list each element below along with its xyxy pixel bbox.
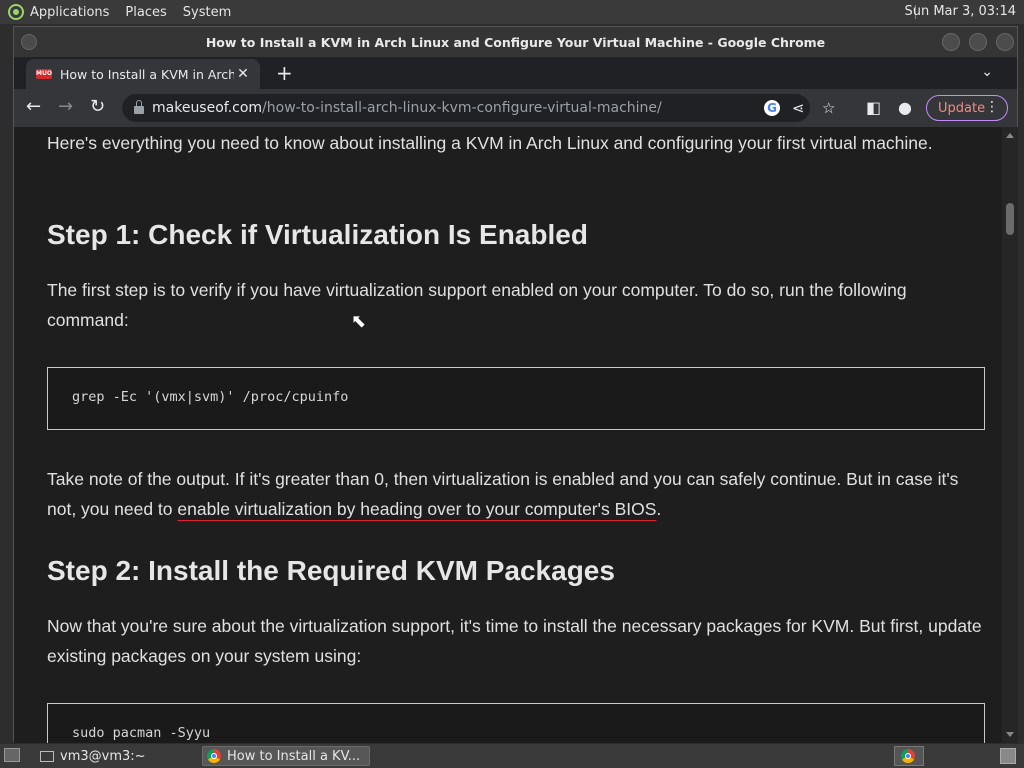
url-host: makeuseof.com	[152, 100, 263, 116]
reload-icon[interactable]: ↻	[90, 97, 105, 117]
menu-system[interactable]: System	[183, 5, 231, 20]
workspace-switcher[interactable]	[894, 746, 924, 766]
close-window-icon[interactable]	[996, 33, 1014, 51]
scroll-up-icon[interactable]	[1006, 133, 1014, 138]
step2-heading: Step 2: Install the Required KVM Package…	[47, 555, 615, 586]
task-terminal[interactable]: vm3@vm3:~	[36, 746, 196, 766]
back-icon[interactable]: ←	[26, 97, 41, 117]
share-icon[interactable]: ⋖	[792, 94, 805, 122]
muo-favicon-icon: MUO	[36, 69, 52, 79]
forward-icon[interactable]: →	[58, 97, 73, 117]
tab-title: How to Install a KVM in Arch Lin	[60, 66, 234, 82]
intro-paragraph: Here's everything you need to know about…	[47, 133, 933, 153]
terminal-icon	[40, 750, 54, 762]
page-scrollbar[interactable]	[1002, 127, 1018, 743]
tab-search-chevron-icon[interactable]: ⌄	[981, 64, 993, 80]
step1-heading: Step 1: Check if Virtualization Is Enabl…	[47, 219, 588, 250]
page-content[interactable]: Here's everything you need to know about…	[14, 127, 1002, 743]
step2-paragraph: Now that you're sure about the virtualiz…	[47, 616, 982, 666]
code-text: grep -Ec '(vmx|svm)' /proc/cpuinfo	[72, 389, 349, 405]
menu-applications[interactable]: Applications	[30, 5, 109, 20]
task-chrome[interactable]: How to Install a KV...	[202, 746, 370, 766]
bookmark-star-icon[interactable]: ☆	[822, 94, 835, 122]
google-lens-icon[interactable]: G	[764, 100, 780, 116]
step1-paragraph: The first step is to verify if you have …	[47, 280, 907, 330]
update-label: Update	[938, 100, 986, 116]
bios-link[interactable]: enable virtualization by heading over to…	[177, 499, 656, 519]
tray-icon[interactable]	[1000, 748, 1016, 764]
profile-icon[interactable]: ●	[898, 98, 912, 118]
note-end: .	[656, 499, 662, 519]
task-label: vm3@vm3:~	[60, 748, 146, 764]
tab-active[interactable]: MUO How to Install a KVM in Arch Lin ✕	[26, 59, 260, 89]
chrome-icon	[901, 749, 915, 763]
lock-icon[interactable]	[134, 100, 144, 114]
window-menu-icon[interactable]	[21, 34, 37, 50]
url-path: /how-to-install-arch-linux-kvm-configure…	[262, 100, 662, 116]
bottom-taskbar: vm3@vm3:~ How to Install a KV...	[0, 744, 1024, 768]
code-block-step1[interactable]: grep -Ec '(vmx|svm)' /proc/cpuinfo	[47, 367, 985, 430]
menu-kebab-icon[interactable]: ⋮	[985, 99, 999, 115]
distro-logo-icon[interactable]	[8, 4, 24, 20]
window-titlebar[interactable]: How to Install a KVM in Arch Linux and C…	[14, 27, 1017, 57]
clock[interactable]: Sun Mar 3, 03:14	[904, 4, 1016, 19]
new-tab-icon[interactable]: +	[276, 61, 293, 85]
browser-toolbar: ← → ↻ makeuseof.com/how-to-install-arch-…	[14, 89, 1017, 127]
address-bar[interactable]: makeuseof.com/how-to-install-arch-linux-…	[122, 94, 835, 122]
code-block-step2[interactable]: sudo pacman -Syyu	[47, 703, 985, 743]
mouse-pointer-icon: ⬉	[351, 311, 367, 332]
window-title: How to Install a KVM in Arch Linux and C…	[205, 34, 826, 50]
scrollbar-thumb[interactable]	[1006, 203, 1014, 235]
minimize-icon[interactable]	[942, 33, 960, 51]
browser-window: How to Install a KVM in Arch Linux and C…	[13, 26, 1018, 743]
tab-close-icon[interactable]: ✕	[234, 66, 252, 82]
task-label: How to Install a KV...	[227, 748, 361, 764]
code-text: sudo pacman -Syyu	[72, 725, 211, 741]
side-panel-icon[interactable]: ◧	[866, 98, 881, 118]
show-desktop-icon[interactable]	[4, 748, 20, 762]
update-button[interactable]: Update ⋮	[926, 95, 1008, 121]
tab-strip: MUO How to Install a KVM in Arch Lin ✕ +…	[14, 57, 1017, 89]
chrome-icon	[207, 749, 221, 763]
menu-places[interactable]: Places	[125, 5, 166, 20]
step1-note-paragraph: Take note of the output. If it's greater…	[47, 464, 992, 524]
maximize-icon[interactable]	[969, 33, 987, 51]
scroll-down-icon[interactable]	[1006, 732, 1014, 737]
top-panel: Applications Places System Sun Mar 3, 03…	[0, 0, 1024, 24]
